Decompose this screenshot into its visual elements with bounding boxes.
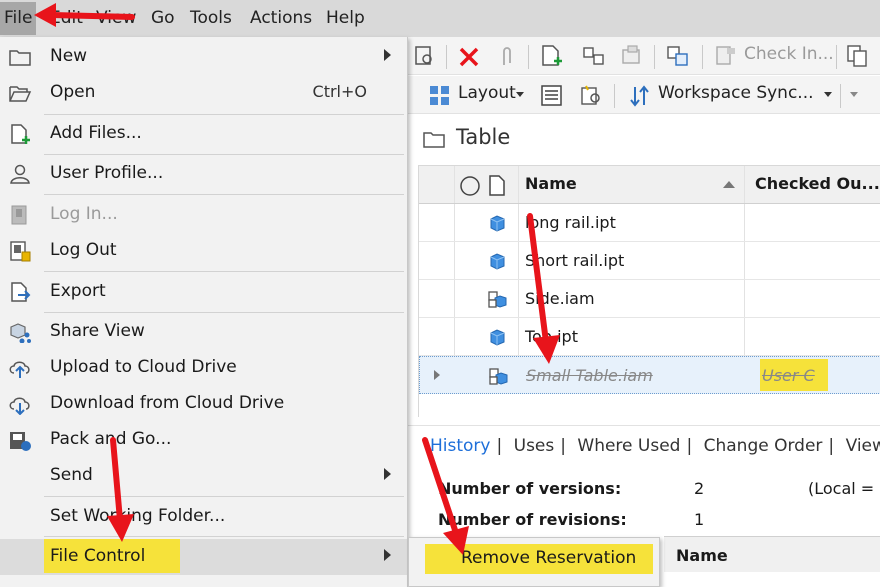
arrow-to-selected-row-icon	[527, 213, 560, 364]
arrow-to-file-menu-icon	[34, 3, 135, 27]
annotation-arrows	[34, 3, 560, 555]
arrow-to-file-control-icon	[107, 437, 134, 542]
arrow-to-remove-reservation-icon	[422, 437, 469, 555]
